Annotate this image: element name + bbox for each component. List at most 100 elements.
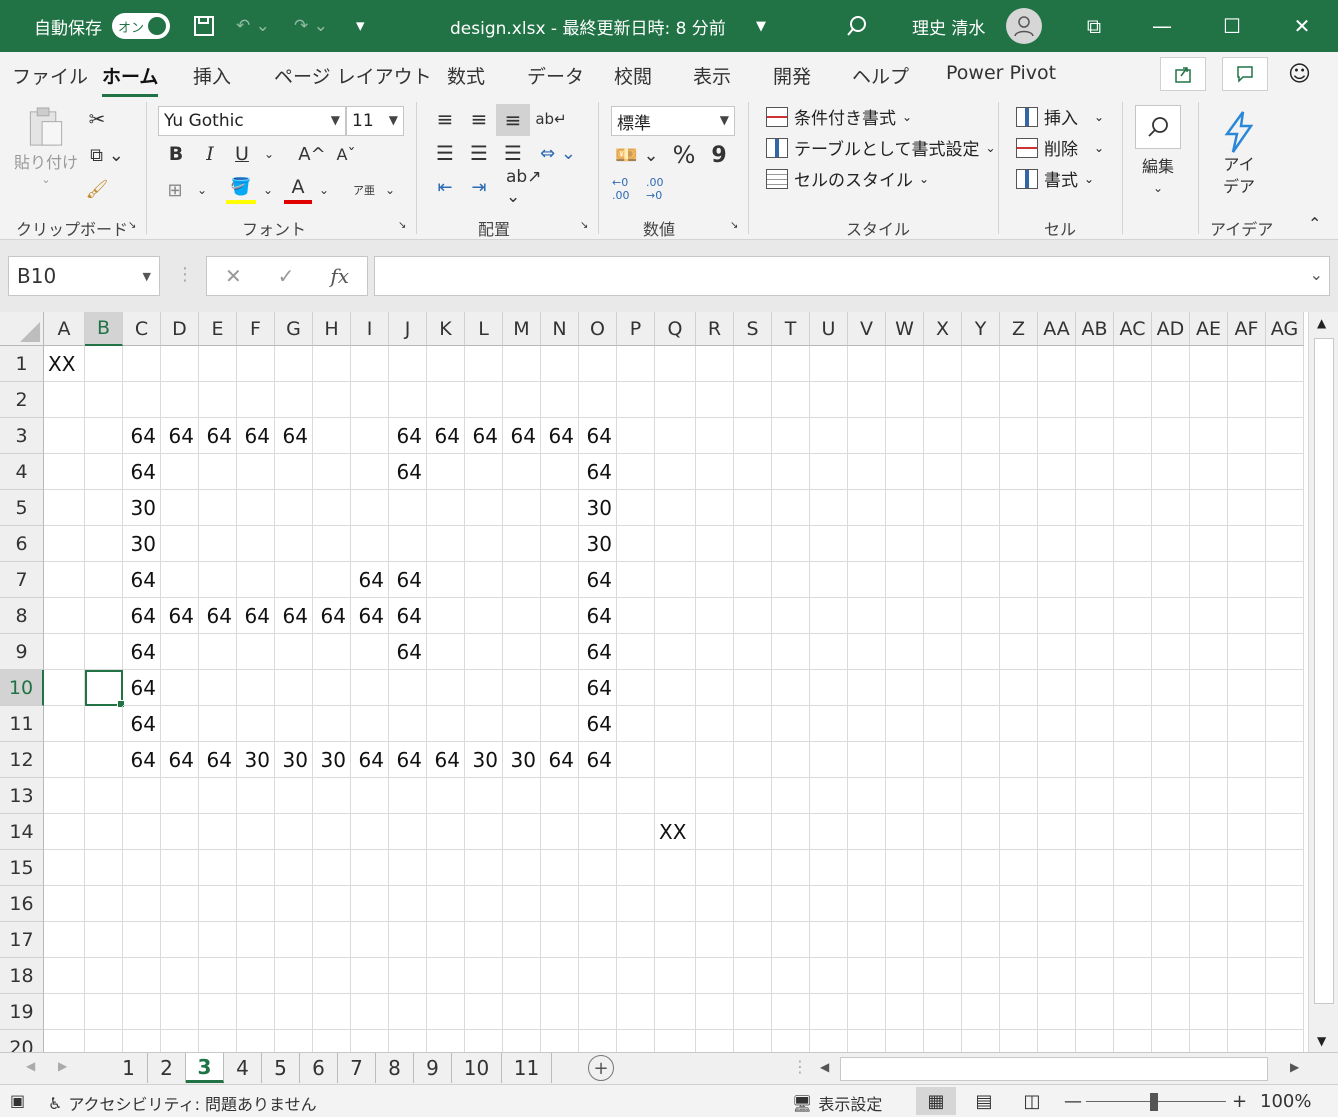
cell[interactable] xyxy=(696,778,734,814)
cell[interactable]: 64 xyxy=(389,418,427,454)
cell[interactable] xyxy=(313,814,351,850)
cell[interactable] xyxy=(1076,382,1114,418)
cell[interactable] xyxy=(503,850,541,886)
cell[interactable] xyxy=(1266,490,1304,526)
cell[interactable] xyxy=(579,778,617,814)
cell[interactable]: 30 xyxy=(579,526,617,562)
cell[interactable]: 64 xyxy=(313,598,351,634)
cell[interactable] xyxy=(655,634,696,670)
cell[interactable] xyxy=(85,922,123,958)
cell[interactable] xyxy=(541,454,579,490)
cell[interactable] xyxy=(848,562,886,598)
cell[interactable] xyxy=(886,1030,924,1052)
cell[interactable] xyxy=(924,346,962,382)
formula-bar-grip-icon[interactable]: ⋮ xyxy=(176,264,194,285)
cell[interactable] xyxy=(541,346,579,382)
cell[interactable] xyxy=(1000,886,1038,922)
cell[interactable] xyxy=(1266,670,1304,706)
cell[interactable] xyxy=(1152,454,1190,490)
cell[interactable] xyxy=(696,526,734,562)
row-header-9[interactable]: 9 xyxy=(0,634,44,670)
cell[interactable] xyxy=(313,922,351,958)
cell[interactable] xyxy=(44,490,85,526)
cell[interactable] xyxy=(503,526,541,562)
cell[interactable] xyxy=(199,886,237,922)
cell[interactable] xyxy=(427,490,465,526)
cell[interactable] xyxy=(1000,958,1038,994)
cell[interactable] xyxy=(351,346,389,382)
cell[interactable] xyxy=(810,742,848,778)
undo-icon[interactable]: ↶ ⌄ xyxy=(236,0,270,52)
cell[interactable] xyxy=(503,490,541,526)
cell[interactable] xyxy=(1076,886,1114,922)
cell[interactable] xyxy=(161,886,199,922)
cell[interactable] xyxy=(772,850,810,886)
cell[interactable] xyxy=(351,922,389,958)
cell[interactable] xyxy=(617,598,655,634)
cell[interactable] xyxy=(962,850,1000,886)
cell[interactable] xyxy=(1228,454,1266,490)
cell[interactable] xyxy=(199,850,237,886)
cell[interactable] xyxy=(810,994,848,1030)
cell[interactable] xyxy=(886,850,924,886)
cell[interactable] xyxy=(389,850,427,886)
cell[interactable] xyxy=(465,1030,503,1052)
cell[interactable] xyxy=(44,814,85,850)
cell[interactable] xyxy=(351,490,389,526)
cell[interactable] xyxy=(199,454,237,490)
cell[interactable] xyxy=(313,958,351,994)
cell[interactable] xyxy=(313,994,351,1030)
cell[interactable] xyxy=(123,922,161,958)
cell[interactable] xyxy=(541,958,579,994)
column-header-ae[interactable]: AE xyxy=(1190,312,1228,346)
cell[interactable] xyxy=(810,454,848,490)
cell[interactable] xyxy=(465,562,503,598)
cell[interactable] xyxy=(696,670,734,706)
cell[interactable] xyxy=(772,958,810,994)
cell[interactable] xyxy=(1114,490,1152,526)
cell[interactable] xyxy=(810,778,848,814)
cell[interactable] xyxy=(313,454,351,490)
next-sheet-icon[interactable]: ▶ xyxy=(58,1059,67,1073)
cell[interactable] xyxy=(886,742,924,778)
add-sheet-button[interactable]: + xyxy=(588,1055,614,1081)
cell[interactable] xyxy=(1228,814,1266,850)
cell[interactable] xyxy=(199,490,237,526)
sheet-tab-7[interactable]: 7 xyxy=(338,1053,376,1083)
cell[interactable] xyxy=(541,634,579,670)
cell[interactable] xyxy=(44,562,85,598)
cell[interactable] xyxy=(44,526,85,562)
cell[interactable] xyxy=(237,490,275,526)
share-button[interactable] xyxy=(1160,57,1206,91)
font-color-button[interactable]: A xyxy=(284,174,312,204)
tab-home[interactable]: ホーム xyxy=(102,62,159,97)
cell[interactable] xyxy=(123,346,161,382)
cell[interactable] xyxy=(1228,382,1266,418)
cell[interactable]: 64 xyxy=(389,454,427,490)
cell[interactable] xyxy=(1038,1030,1076,1052)
cell-styles-button[interactable]: セルのスタイル ⌄ xyxy=(766,166,929,191)
cell[interactable] xyxy=(313,850,351,886)
cell[interactable] xyxy=(579,1030,617,1052)
row-header-12[interactable]: 12 xyxy=(0,742,44,778)
cell[interactable] xyxy=(44,634,85,670)
cell[interactable] xyxy=(1076,562,1114,598)
cell[interactable] xyxy=(848,670,886,706)
cell[interactable] xyxy=(503,634,541,670)
cell[interactable] xyxy=(541,1030,579,1052)
row-header-3[interactable]: 3 xyxy=(0,418,44,454)
cell[interactable] xyxy=(351,886,389,922)
cell[interactable] xyxy=(503,922,541,958)
cell[interactable] xyxy=(44,778,85,814)
cell[interactable] xyxy=(1000,670,1038,706)
cell[interactable] xyxy=(1076,670,1114,706)
cell[interactable] xyxy=(1114,814,1152,850)
cell[interactable] xyxy=(1076,778,1114,814)
cell[interactable]: 64 xyxy=(579,562,617,598)
cell[interactable] xyxy=(1190,742,1228,778)
cell[interactable] xyxy=(810,958,848,994)
cell[interactable] xyxy=(1228,706,1266,742)
decrease-font-button[interactable]: Aˇ xyxy=(332,140,360,168)
cell[interactable] xyxy=(313,670,351,706)
cell[interactable] xyxy=(275,634,313,670)
